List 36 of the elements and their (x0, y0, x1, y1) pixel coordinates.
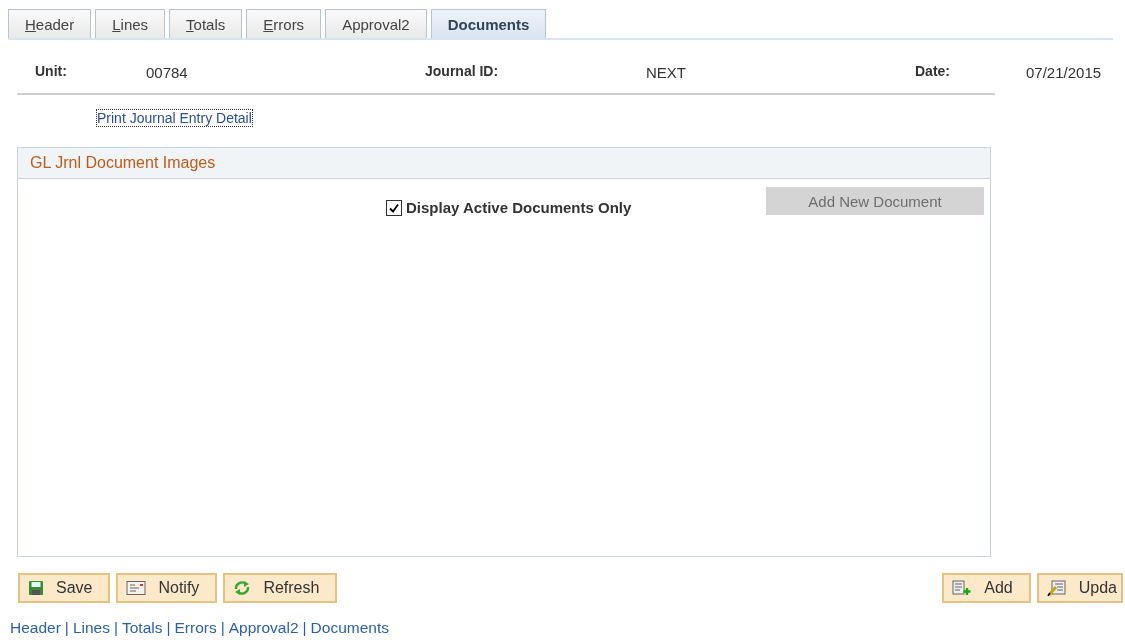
tab[interactable]: Documents (430, 9, 547, 38)
field-value: NEXT (646, 64, 686, 81)
field-label: Date: (915, 63, 950, 79)
tab[interactable]: Errors (246, 9, 322, 38)
toolbar-button[interactable]: Refresh (223, 573, 338, 603)
separator: | (113, 619, 118, 637)
field-label: Unit: (35, 63, 67, 79)
footer-link[interactable]: Errors (174, 619, 217, 637)
footer-link[interactable]: Lines (72, 619, 110, 637)
footer-link[interactable]: Totals (121, 619, 163, 637)
add-row-icon (952, 580, 973, 596)
tab[interactable]: Totals (169, 9, 243, 38)
separator: | (166, 619, 171, 637)
separator: | (220, 619, 225, 637)
footer-link[interactable]: Header (10, 619, 61, 637)
checkbox[interactable] (386, 199, 402, 216)
field-value: 07/21/2015 (1026, 64, 1102, 81)
toolbar-button[interactable]: Notify (116, 573, 218, 603)
field-label: Journal ID: (425, 63, 499, 79)
field-value: 00784 (146, 64, 188, 81)
envelope-icon (126, 580, 147, 596)
tab[interactable]: Approval2 (325, 9, 427, 38)
footer-link[interactable]: Documents (310, 619, 389, 637)
refresh-icon (233, 580, 252, 596)
footer-link[interactable]: Approval2 (228, 619, 299, 637)
toolbar-button[interactable]: Save (18, 573, 111, 603)
panel-title: GL Jrnl Document Images (18, 148, 990, 179)
edit-page-icon (1046, 580, 1067, 596)
print-link[interactable]: Print Journal Entry Detail (97, 110, 252, 126)
toolbar-button[interactable]: Add (942, 573, 1031, 603)
tab[interactable]: Lines (95, 9, 166, 38)
tab[interactable]: Header (8, 9, 92, 38)
checkbox-label: Display Active Documents Only (406, 199, 632, 216)
separator: | (64, 619, 69, 637)
toolbar-button[interactable]: Upda (1036, 573, 1123, 603)
separator: | (302, 619, 307, 637)
